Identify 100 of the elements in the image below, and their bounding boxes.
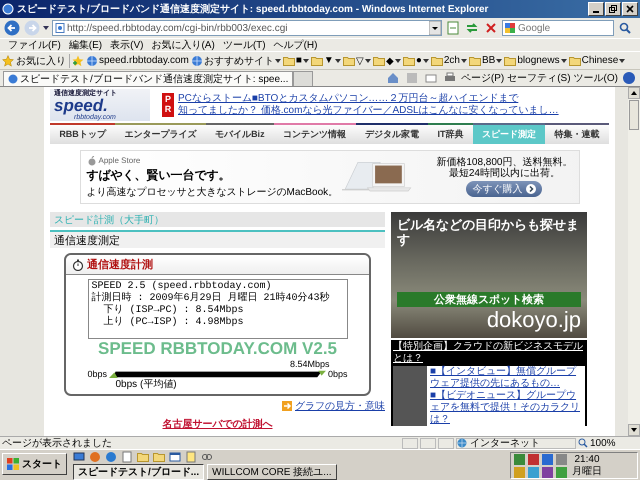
- caret-icon: [496, 58, 502, 62]
- tray-icon[interactable]: [556, 454, 567, 464]
- logo-wordmark: speed.: [54, 96, 108, 114]
- tray-icon[interactable]: [542, 454, 553, 464]
- favorites-link[interactable]: speed.rbbtoday.com: [86, 54, 189, 66]
- tray-icon[interactable]: [528, 454, 539, 464]
- search-button[interactable]: [617, 20, 633, 36]
- menu-item[interactable]: お気に入り(A): [151, 39, 215, 51]
- menu-item[interactable]: 編集(E): [68, 39, 102, 51]
- favorites-link[interactable]: おすすめサイト: [190, 54, 281, 68]
- folder-icon: [342, 54, 355, 66]
- minimize-button[interactable]: [588, 2, 604, 16]
- up-arrow-icon: [631, 91, 637, 95]
- feature-title-link[interactable]: 【特別企画】クラウドの新ビジネスモデルとは？: [393, 341, 585, 365]
- folder-icon: [469, 54, 481, 66]
- document-icon[interactable]: [121, 451, 133, 463]
- caret-icon: [364, 58, 371, 62]
- new-tab-button[interactable]: [293, 71, 314, 86]
- result-line: SPEED 2.5 (speed.rbbtoday.com): [92, 281, 273, 292]
- favorites-link[interactable]: ■: [282, 54, 309, 66]
- search-bar[interactable]: Google: [502, 20, 614, 36]
- refresh-icon: [465, 21, 479, 35]
- dropdown-button[interactable]: [429, 21, 441, 35]
- folder-icon: [282, 54, 295, 66]
- laptop-ad-banner[interactable]: Apple Store すばやく、賢い一台です。 より高速なプロセッサと大きなストレージのMacBook。 新価格108,800円、送料無料。 最短24時間以内に出荷。 今すぐ購入: [80, 150, 580, 204]
- nav-tab[interactable]: コンテンツ情報: [274, 125, 356, 144]
- menu-item[interactable]: ファイル(F): [8, 39, 61, 51]
- gauge-peak-label: 8.54Mbps: [290, 359, 330, 369]
- command-menu[interactable]: ページ(P): [460, 71, 504, 85]
- search-input[interactable]: Google: [518, 22, 613, 34]
- nav-tab[interactable]: モバイルBiz: [206, 125, 274, 144]
- nav-tab[interactable]: 特集・連載: [545, 125, 609, 144]
- nagoya-server-link[interactable]: 名古屋サーバでの計測へ: [162, 417, 272, 431]
- folder-icon: [372, 54, 385, 66]
- down-arrow-icon: [631, 428, 637, 432]
- vertical-scrollbar[interactable]: [628, 87, 640, 436]
- link-icon[interactable]: [201, 451, 213, 463]
- favorites-button[interactable]: お気に入り: [2, 54, 70, 68]
- nav-tab[interactable]: エンタープライズ: [115, 125, 206, 144]
- stop-icon: [484, 21, 498, 35]
- favorites-link[interactable]: ◆: [372, 54, 401, 66]
- tray-icon[interactable]: [556, 466, 567, 478]
- favorites-link[interactable]: 2ch: [430, 54, 467, 66]
- caret-icon: [274, 58, 281, 62]
- menu-item[interactable]: 表示(V): [110, 39, 144, 51]
- scrollbar-thumb[interactable]: [629, 100, 639, 130]
- breadcrumb-text: スピード計測（大手町）: [54, 214, 164, 226]
- command-menu[interactable]: セーフティ(S): [507, 71, 571, 85]
- nav-tab[interactable]: IT辞典: [428, 125, 473, 144]
- address-bar[interactable]: http://speed.rbbtoday.com/cgi-bin/rbb003/exec.cgi: [52, 20, 442, 36]
- street-photo-ad-banner[interactable]: ビル名などの目印からも探せます 公衆無線スポット検索 dokoyo.jp: [391, 212, 587, 338]
- feature-link[interactable]: ■【インタビュー】無償グループウェア提供の先にあるもの…: [430, 366, 585, 390]
- window-icon[interactable]: [169, 451, 181, 463]
- add-favorite-icon[interactable]: [72, 54, 84, 66]
- buy-now-button[interactable]: 今すぐ購入: [466, 181, 542, 197]
- back-button[interactable]: [3, 20, 20, 36]
- menu-item[interactable]: ツール(T): [222, 39, 266, 51]
- tray-icon[interactable]: [528, 466, 539, 478]
- restore-icon: [609, 5, 617, 13]
- folder-icon: [430, 54, 443, 66]
- caret-icon[interactable]: [43, 26, 49, 30]
- gauge-average-label: 0bps (平均値): [114, 379, 178, 391]
- compatibility-view-button[interactable]: [445, 20, 461, 36]
- command-menu[interactable]: ツール(O): [574, 71, 618, 85]
- nav-tab[interactable]: RBBトップ: [50, 125, 116, 144]
- nav-tab[interactable]: デジタル家電: [356, 125, 428, 144]
- help-link[interactable]: グラフの見方・意味: [295, 399, 385, 413]
- favorites-link[interactable]: blognews: [504, 54, 567, 66]
- favorites-link[interactable]: BB: [469, 54, 502, 66]
- result-line: 下り (ISP→PC) : 8.54Mbps: [102, 305, 245, 316]
- status-pane: [420, 438, 436, 448]
- favorites-link[interactable]: Chinese: [568, 54, 626, 66]
- favorites-link[interactable]: ▽: [342, 54, 371, 66]
- start-button[interactable]: スタート: [2, 453, 67, 475]
- document-icon[interactable]: [185, 451, 197, 463]
- desktop-icon[interactable]: [73, 451, 85, 463]
- restore-button[interactable]: [605, 2, 621, 16]
- stopwatch-icon: [72, 258, 84, 270]
- menu-item[interactable]: ヘルプ(H): [274, 39, 318, 51]
- ad-price-text: 新価格108,800円、送料無料。: [436, 157, 572, 168]
- ad-link[interactable]: 知ってましたか？ 価格.comなら光ファイバー／ADSLはこんなに安くなっていまし…: [178, 105, 559, 117]
- ad-link[interactable]: PCならストーム■BTOとカスタムパソコン……２万円台～超ハイエンドまで: [178, 93, 559, 105]
- taskbar-button[interactable]: WILLCOM CORE 接続ユ...: [207, 464, 337, 480]
- folder-icon: [568, 54, 581, 66]
- tray-icon[interactable]: [542, 466, 553, 478]
- feature-link[interactable]: ■【ビデオニュース】グループウェアを無料で提供！そのカラクリは？: [430, 390, 585, 426]
- scroll-up-button[interactable]: [628, 87, 640, 99]
- panel-title: 通信速度計測: [87, 258, 153, 272]
- zoom-button[interactable]: 100%: [578, 438, 638, 448]
- favorites-link[interactable]: ●: [402, 54, 429, 66]
- windows-flag-icon: [7, 458, 19, 470]
- taskbar-button[interactable]: スピードテスト/ブロード...: [73, 464, 204, 480]
- graph-watermark: SPEED RBBTODAY.COM V2.5: [98, 339, 337, 359]
- status-text: ページが表示されました: [2, 436, 113, 450]
- address-input[interactable]: http://speed.rbbtoday.com/cgi-bin/rbb003/exec.cgi: [67, 22, 427, 34]
- scroll-down-button[interactable]: [628, 424, 640, 436]
- tray-icon[interactable]: [514, 454, 525, 464]
- favorites-link[interactable]: ▼: [310, 54, 341, 66]
- browser-tab[interactable]: スピードテスト/ブロードバンド通信速度測定サイト: spee...: [3, 71, 294, 86]
- close-button[interactable]: [622, 2, 638, 16]
